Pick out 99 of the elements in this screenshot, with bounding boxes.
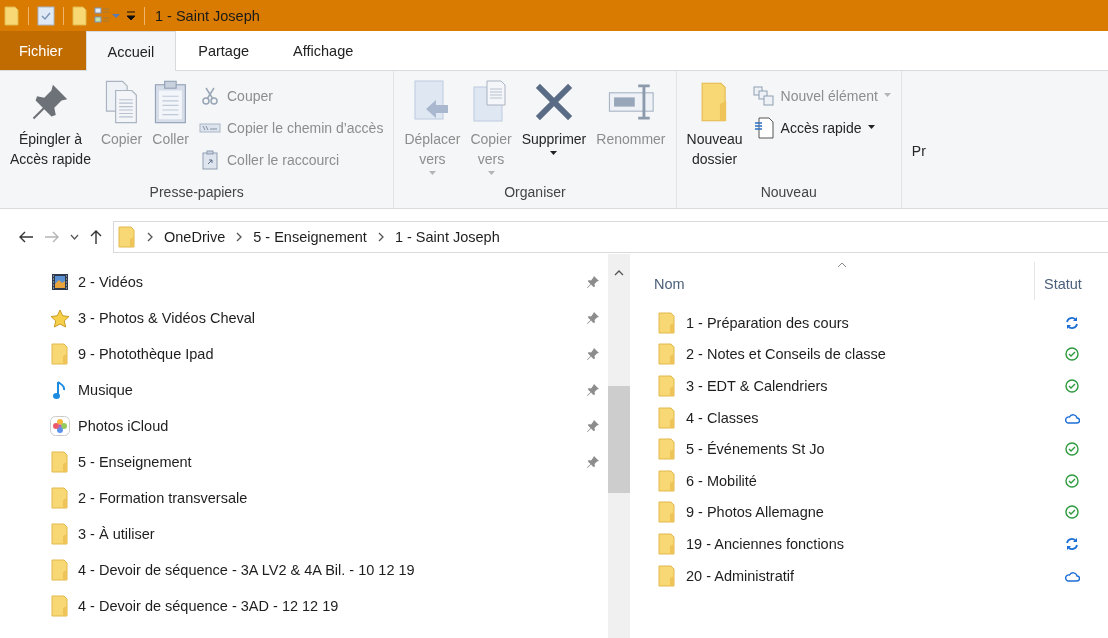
caret-icon	[550, 151, 558, 155]
view-layout-icon[interactable]	[94, 5, 120, 26]
check-circle-icon	[1065, 442, 1079, 457]
scroll-up-icon[interactable]	[614, 270, 624, 276]
folder-icon	[51, 487, 69, 509]
nav-item[interactable]: 9 - Photothèque Ipad	[78, 346, 586, 362]
customize-menu-icon[interactable]	[126, 9, 136, 22]
window-title: 1 - Saint Joseph	[155, 7, 260, 24]
caret-icon	[428, 171, 436, 175]
group-label: Nouveau	[759, 183, 818, 202]
ribbon-tab[interactable]: Partage	[176, 31, 272, 70]
file-name[interactable]: 9 - Photos Allemagne	[686, 504, 1058, 521]
file-name[interactable]: 1 - Préparation des cours	[686, 314, 1058, 331]
pushpin-icon[interactable]	[586, 311, 600, 325]
up-arrow-icon[interactable]	[89, 229, 103, 245]
address-field[interactable]: OneDrive 5 - Enseignement 1 - Saint Joseph	[113, 221, 1108, 253]
nav-item[interactable]: Musique	[78, 382, 586, 398]
ribbon-tab[interactable]: Affichage	[271, 31, 376, 70]
folder-icon	[658, 469, 676, 492]
film-icon	[51, 273, 69, 291]
group-label: Organiser	[503, 183, 567, 202]
caret-icon	[867, 125, 875, 129]
folder-icon[interactable]	[72, 5, 88, 26]
folder-icon	[658, 532, 676, 555]
breadcrumb[interactable]: OneDrive	[164, 229, 226, 245]
page-icon	[753, 117, 774, 139]
scissors-icon	[201, 87, 219, 105]
column-header[interactable]: Nom	[640, 254, 1034, 300]
music-note-icon	[53, 380, 67, 400]
nav-item[interactable]: 4 - Devoir de séquence - 3A LV2 & 4A Bil. - 10 12 19	[78, 562, 600, 578]
nav-item[interactable]: 2 - Vidéos	[78, 274, 586, 290]
caret-icon	[883, 93, 891, 97]
breadcrumb[interactable]: 1 - Saint Joseph	[394, 229, 500, 245]
folder-icon	[118, 226, 136, 248]
cloud-icon	[1064, 411, 1080, 424]
nav-item[interactable]: 5 - Enseignement	[78, 454, 586, 470]
folder-icon	[658, 501, 676, 524]
breadcrumb[interactable]: 5 - Enseignement	[253, 229, 367, 245]
folder-icon	[658, 406, 676, 429]
folder-icon	[658, 375, 676, 397]
file-name[interactable]: 3 - EDT & Calendriers	[686, 378, 1058, 394]
ribbon-tab[interactable]: Accueil	[85, 31, 177, 71]
pages-icon	[752, 86, 775, 106]
checked-page-icon[interactable]	[37, 5, 55, 26]
chevron-icon[interactable]	[235, 232, 244, 242]
check-circle-icon	[1065, 379, 1079, 393]
pushpin-icon[interactable]	[586, 275, 600, 289]
caret-icon[interactable]	[70, 234, 79, 240]
folder-icon	[658, 343, 676, 366]
back-arrow-icon[interactable]	[18, 230, 34, 244]
folder-icon	[51, 451, 69, 473]
nav-item[interactable]: 4 - Devoir de séquence - 3AD - 12 12 19	[78, 598, 600, 614]
folder-icon	[51, 343, 69, 365]
ribbon-button[interactable]: Supprimer	[517, 75, 591, 157]
chevron-icon[interactable]	[376, 232, 385, 242]
file-menu-tab[interactable]: Fichier	[0, 31, 86, 70]
file-name[interactable]: 19 - Anciennes fonctions	[686, 535, 1058, 552]
nav-item[interactable]: 2 - Formation transversale	[78, 490, 600, 506]
clipboard-icon	[152, 79, 189, 125]
column-header[interactable]: Statut	[1034, 262, 1082, 300]
chevron-icon[interactable]	[146, 232, 154, 242]
folder-icon	[658, 438, 676, 461]
sort-caret-icon	[837, 262, 847, 268]
flower-icon	[50, 416, 70, 436]
check-circle-icon	[1065, 505, 1079, 520]
path-icon	[199, 122, 221, 134]
folder-icon[interactable]	[4, 5, 20, 26]
file-name[interactable]: 5 - Événements St Jo	[686, 441, 1058, 458]
pushpin-icon[interactable]	[586, 419, 600, 433]
file-name[interactable]: 2 - Notes et Conseils de classe	[686, 346, 1058, 363]
folder-icon	[51, 595, 69, 617]
ribbon-button[interactable]: Accès rapide	[748, 113, 895, 143]
file-name[interactable]: 20 - Administratif	[686, 567, 1058, 584]
folder-icon	[658, 311, 676, 334]
nav-item[interactable]: 3 - Photos & Vidéos Cheval	[78, 310, 586, 326]
folder-icon	[51, 523, 69, 545]
ribbon-button[interactable]: Épingler à Accès rapide	[6, 75, 95, 171]
clipboard-icon	[202, 150, 218, 170]
sync-arrows-icon	[1065, 315, 1079, 330]
nav-item[interactable]: 3 - À utiliser	[78, 526, 600, 542]
scrollbar-thumb[interactable]	[608, 386, 630, 493]
folder-icon	[658, 564, 676, 587]
cloud-icon	[1064, 569, 1080, 582]
ribbon-button[interactable]: Nouveau dossier	[682, 75, 747, 171]
pushpin-icon[interactable]	[586, 383, 600, 397]
pushpin-icon[interactable]	[586, 347, 600, 361]
sync-arrows-icon	[1065, 536, 1079, 551]
star-icon	[50, 308, 70, 328]
file-name[interactable]: 6 - Mobilité	[686, 472, 1058, 489]
check-circle-icon	[1065, 347, 1079, 362]
pushpin-icon[interactable]	[586, 455, 600, 469]
check-circle-icon	[1065, 473, 1079, 488]
ribbon-button-label[interactable]: Pr	[907, 71, 926, 159]
folder-icon	[51, 559, 69, 581]
file-name[interactable]: 4 - Classes	[686, 409, 1058, 426]
caret-icon	[487, 171, 495, 175]
group-label: Presse-papiers	[148, 183, 245, 202]
nav-item[interactable]: Photos iCloud	[78, 418, 586, 434]
pages-icon	[103, 79, 140, 125]
